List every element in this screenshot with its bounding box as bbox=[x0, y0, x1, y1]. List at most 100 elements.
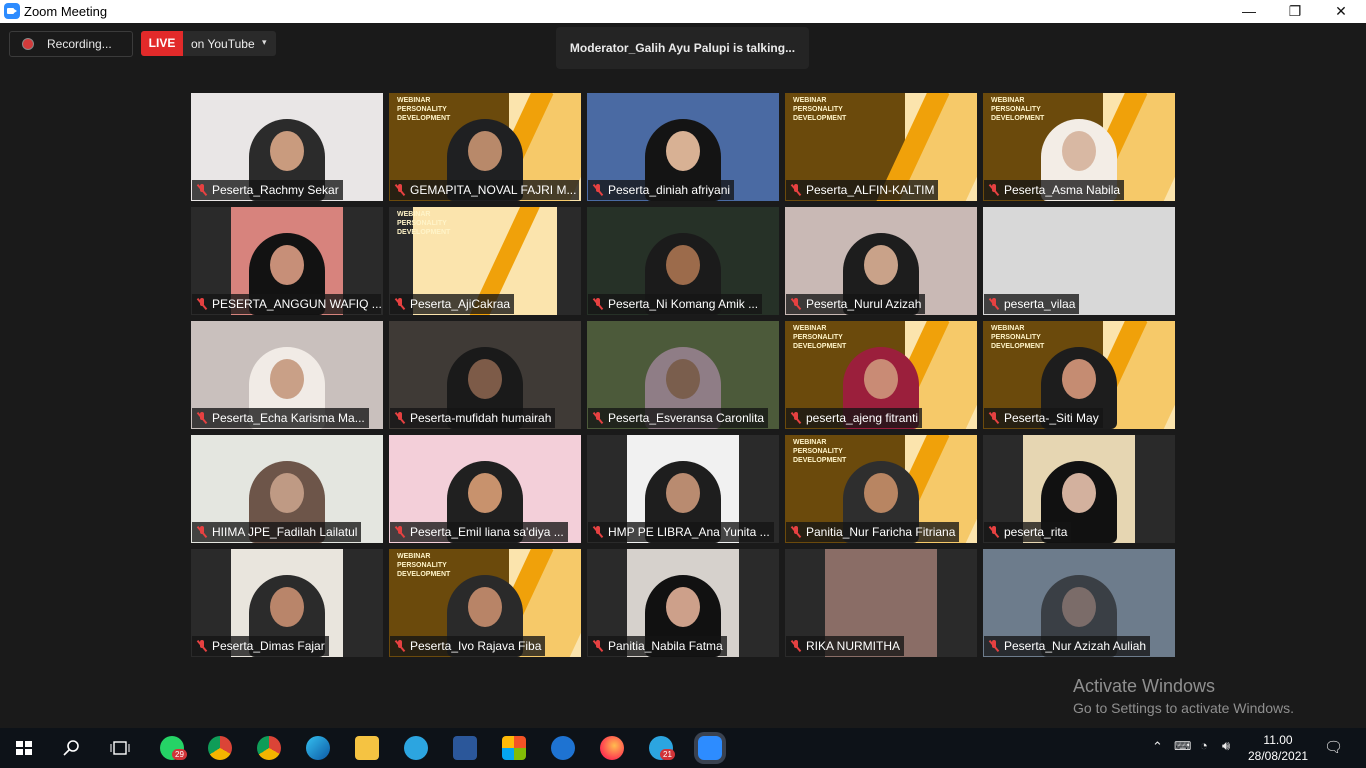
firefox-icon[interactable] bbox=[600, 736, 624, 760]
minimize-button[interactable]: — bbox=[1226, 0, 1272, 23]
participant-tile[interactable]: Peserta_Ni Komang Amik ... bbox=[587, 207, 779, 315]
participant-name-label: Peserta_Esveransa Caronlita bbox=[608, 411, 765, 425]
participant-tile[interactable]: Peserta_Rachmy Sekar bbox=[191, 93, 383, 201]
webinar-banner-text: WEBINAR PERSONALITY DEVELOPMENT bbox=[991, 97, 1045, 122]
participant-name: GEMAPITA_NOVAL FAJRI M... bbox=[390, 180, 579, 200]
participant-name-label: Peserta_ALFIN-KALTIM bbox=[806, 183, 935, 197]
participant-tile[interactable]: Panitia_Nabila Fatma bbox=[587, 549, 779, 657]
telegram-icon[interactable] bbox=[404, 736, 428, 760]
participant-face bbox=[468, 131, 502, 171]
muted-mic-icon bbox=[989, 184, 999, 196]
webinar-banner-text: WEBINAR PERSONALITY DEVELOPMENT bbox=[793, 97, 847, 122]
participant-tile[interactable]: Peserta_Nur Azizah Auliah bbox=[983, 549, 1175, 657]
participant-name: Peserta_diniah afriyani bbox=[588, 180, 735, 200]
participant-name: peserta_ajeng fitranti bbox=[786, 408, 923, 428]
chrome-profile-icon[interactable] bbox=[257, 736, 281, 760]
activation-watermark: Activate Windows Go to Settings to activ… bbox=[1073, 676, 1294, 716]
muted-mic-icon bbox=[791, 526, 801, 538]
task-view-icon[interactable] bbox=[108, 736, 132, 760]
participant-name-label: Peserta_Echa Karisma Ma... bbox=[212, 411, 365, 425]
participant-tile[interactable]: peserta_vilaa bbox=[983, 207, 1175, 315]
participant-tile[interactable]: WEBINAR PERSONALITY DEVELOPMENT GEMAPITA_… bbox=[389, 93, 581, 201]
participant-name: Panitia_Nabila Fatma bbox=[588, 636, 727, 656]
edge-icon[interactable] bbox=[306, 736, 330, 760]
participant-face bbox=[864, 359, 898, 399]
close-button[interactable]: ✕ bbox=[1318, 0, 1364, 23]
participant-tile[interactable]: WEBINAR PERSONALITY DEVELOPMENT Peserta_A… bbox=[785, 93, 977, 201]
search-icon[interactable] bbox=[60, 736, 84, 760]
participant-tile[interactable]: Peserta_diniah afriyani bbox=[587, 93, 779, 201]
participant-name-label: Peserta-_Siti May bbox=[1004, 411, 1099, 425]
recording-indicator[interactable]: Recording... bbox=[9, 31, 133, 57]
participant-tile[interactable]: WEBINAR PERSONALITY DEVELOPMENT Peserta_A… bbox=[389, 207, 581, 315]
taskbar: 29 21 ⌃ ⌨ ◔ 🔊︎ 11.00 28/08/2021 🗨︎ bbox=[0, 728, 1366, 768]
participant-tile[interactable]: WEBINAR PERSONALITY DEVELOPMENT Peserta_A… bbox=[983, 93, 1175, 201]
restore-button[interactable]: ❐ bbox=[1272, 0, 1318, 23]
live-stream-dropdown[interactable]: LIVE on YouTube ▾ bbox=[141, 31, 276, 56]
participant-tile[interactable]: peserta_rita bbox=[983, 435, 1175, 543]
webinar-banner-text: WEBINAR PERSONALITY DEVELOPMENT bbox=[793, 439, 847, 464]
participant-tile[interactable]: Peserta_Emil liana sa'diya ... bbox=[389, 435, 581, 543]
recording-label: Recording... bbox=[47, 37, 112, 51]
participant-tile[interactable]: Peserta_Nurul Azizah bbox=[785, 207, 977, 315]
muted-mic-icon bbox=[989, 526, 999, 538]
participant-face bbox=[1062, 131, 1096, 171]
muted-mic-icon bbox=[593, 640, 603, 652]
participant-face bbox=[1062, 473, 1096, 513]
participant-tile[interactable]: HMP PE LIBRA_Ana Yunita ... bbox=[587, 435, 779, 543]
participant-tile[interactable]: WEBINAR PERSONALITY DEVELOPMENT Panitia_N… bbox=[785, 435, 977, 543]
participant-name: peserta_rita bbox=[984, 522, 1072, 542]
participant-tile[interactable]: Peserta_Dimas Fajar bbox=[191, 549, 383, 657]
muted-mic-icon bbox=[791, 298, 801, 310]
participant-tile[interactable]: RIKA NURMITHA bbox=[785, 549, 977, 657]
participant-tile[interactable]: Peserta_Echa Karisma Ma... bbox=[191, 321, 383, 429]
muted-mic-icon bbox=[593, 412, 603, 424]
zoom-taskbar-icon[interactable] bbox=[698, 736, 722, 760]
participant-name: Peserta_Emil liana sa'diya ... bbox=[390, 522, 568, 542]
participant-face bbox=[864, 473, 898, 513]
participant-name: Peserta-_Siti May bbox=[984, 408, 1103, 428]
participant-tile[interactable]: WEBINAR PERSONALITY DEVELOPMENT Peserta_I… bbox=[389, 549, 581, 657]
muted-mic-icon bbox=[989, 298, 999, 310]
participant-name: Peserta_Nurul Azizah bbox=[786, 294, 926, 314]
webinar-banner-text: WEBINAR PERSONALITY DEVELOPMENT bbox=[397, 553, 451, 578]
participant-face bbox=[666, 131, 700, 171]
participant-name: Peserta_Ivo Rajava Fiba bbox=[390, 636, 546, 656]
muted-mic-icon bbox=[791, 412, 801, 424]
chrome-icon[interactable] bbox=[208, 736, 232, 760]
muted-mic-icon bbox=[197, 526, 207, 538]
participant-name-label: Panitia_Nabila Fatma bbox=[608, 639, 723, 653]
participant-face bbox=[270, 131, 304, 171]
participant-name-label: Peserta_Emil liana sa'diya ... bbox=[410, 525, 564, 539]
system-clock[interactable]: 11.00 28/08/2021 bbox=[1248, 732, 1308, 764]
muted-mic-icon bbox=[791, 640, 801, 652]
word-icon[interactable] bbox=[453, 736, 477, 760]
live-destination: on YouTube bbox=[191, 37, 255, 51]
participant-tile[interactable]: HIIMA JPE_Fadilah Lailatul bbox=[191, 435, 383, 543]
participant-tile[interactable]: WEBINAR PERSONALITY DEVELOPMENT Peserta-_… bbox=[983, 321, 1175, 429]
participant-name: Peserta_Asma Nabila bbox=[984, 180, 1125, 200]
telegram-badge: 21 bbox=[660, 749, 675, 760]
participant-tile[interactable]: Peserta-mufidah humairah bbox=[389, 321, 581, 429]
participant-name-label: Peserta_Ni Komang Amik ... bbox=[608, 297, 759, 311]
clock-time: 11.00 bbox=[1263, 733, 1293, 747]
participant-face bbox=[270, 359, 304, 399]
participant-face bbox=[666, 245, 700, 285]
participant-name-label: PESERTA_ANGGUN WAFIQ ... bbox=[212, 297, 381, 311]
participant-name: Peserta_Esveransa Caronlita bbox=[588, 408, 769, 428]
meeting-area: Recording... LIVE on YouTube ▾ Moderator… bbox=[0, 23, 1366, 728]
participant-name-label: Peserta_AjiCakraa bbox=[410, 297, 511, 311]
participant-tile[interactable]: PESERTA_ANGGUN WAFIQ ... bbox=[191, 207, 383, 315]
participant-face bbox=[468, 359, 502, 399]
participant-name-label: peserta_vilaa bbox=[1004, 297, 1076, 311]
file-explorer-icon[interactable] bbox=[355, 736, 379, 760]
active-speaker-banner: Moderator_Galih Ayu Palupi is talking... bbox=[556, 27, 809, 69]
participant-tile[interactable]: Peserta_Esveransa Caronlita bbox=[587, 321, 779, 429]
participant-face bbox=[864, 245, 898, 285]
participant-tile[interactable]: WEBINAR PERSONALITY DEVELOPMENT peserta_a… bbox=[785, 321, 977, 429]
store-icon[interactable] bbox=[502, 736, 526, 760]
ie-icon[interactable] bbox=[551, 736, 575, 760]
muted-mic-icon bbox=[395, 526, 405, 538]
windows-start-icon[interactable] bbox=[12, 736, 36, 760]
live-badge: LIVE bbox=[141, 31, 183, 56]
